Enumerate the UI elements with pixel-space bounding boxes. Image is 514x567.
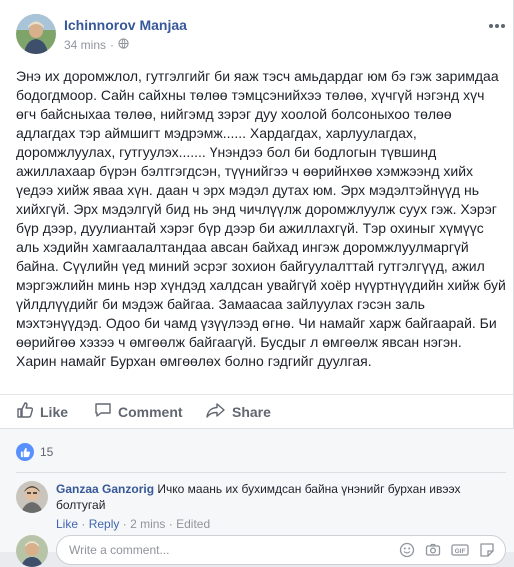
like-reaction-icon xyxy=(16,443,34,461)
comment-body: Ganzaa Ganzorig Ичко маань их бухимдсан … xyxy=(56,481,496,532)
dot-separator: · xyxy=(122,517,131,531)
author-name[interactable]: Ichinnorov Manjaa xyxy=(64,17,187,33)
comment-time[interactable]: 2 mins xyxy=(130,517,165,531)
share-icon xyxy=(206,401,226,422)
post-meta: 34 mins · xyxy=(64,38,129,52)
share-label: Share xyxy=(232,403,271,420)
post-header: Ichinnorov Manjaa 34 mins · xyxy=(16,14,506,56)
globe-icon[interactable] xyxy=(118,38,129,52)
post-text: Энэ их доромжлол, гутгэлгийг би яаж тэсч… xyxy=(16,68,506,369)
like-label: Like xyxy=(40,403,69,420)
dot-separator: · xyxy=(168,517,177,531)
post-card: Ichinnorov Manjaa 34 mins · Энэ их дором… xyxy=(0,0,514,567)
sticker-icon[interactable] xyxy=(479,542,495,563)
current-user-avatar xyxy=(16,535,48,567)
commenter-avatar[interactable] xyxy=(16,481,48,513)
reaction-count[interactable]: 15 xyxy=(40,445,53,459)
dot-separator: · xyxy=(110,38,115,52)
thumbs-up-icon xyxy=(16,401,34,422)
reactions-summary[interactable]: 15 xyxy=(16,443,53,461)
comment-like-link[interactable]: Like xyxy=(56,517,78,531)
divider xyxy=(16,472,506,473)
comment-input-icons: GIF xyxy=(399,542,495,563)
comment-icon xyxy=(94,401,112,422)
commenter-name[interactable]: Ganzaa Ganzorig xyxy=(56,482,154,496)
gif-icon[interactable]: GIF xyxy=(451,542,469,563)
comment-reply-link[interactable]: Reply xyxy=(89,517,120,531)
comment-input[interactable]: Write a comment... GIF xyxy=(56,535,506,565)
author-avatar[interactable] xyxy=(16,14,56,54)
post-actions-bar: Like Comment Share xyxy=(0,394,514,428)
comment-button[interactable]: Comment xyxy=(94,395,183,429)
camera-icon[interactable] xyxy=(425,542,441,563)
emoji-icon[interactable] xyxy=(399,542,415,563)
dot-separator: · xyxy=(81,517,89,531)
more-options-icon[interactable] xyxy=(488,16,506,34)
share-button[interactable]: Share xyxy=(206,395,271,429)
comment-edited[interactable]: Edited xyxy=(176,517,210,531)
like-button[interactable]: Like xyxy=(16,395,68,429)
comment-label: Comment xyxy=(118,403,183,420)
feedback-section: 15 Ganzaa Ganzorig Ичко маань их бухимдс… xyxy=(0,428,514,567)
comment-meta: Like · Reply · 2 mins · Edited xyxy=(56,516,496,532)
comment-input-placeholder: Write a comment... xyxy=(69,543,170,557)
write-comment-row: Write a comment... GIF xyxy=(16,535,506,567)
post-time[interactable]: 34 mins xyxy=(64,38,106,52)
